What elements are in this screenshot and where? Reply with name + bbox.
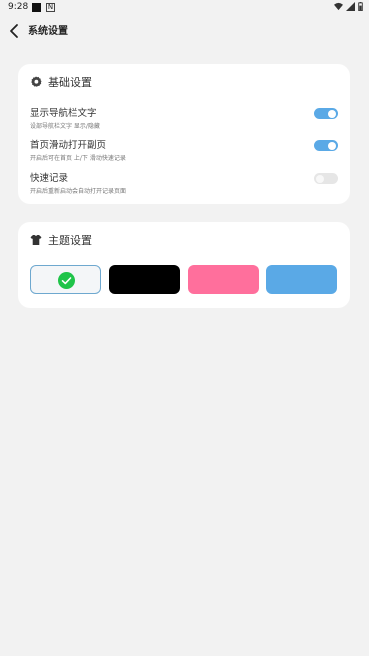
header: 系统设置 — [0, 16, 369, 44]
toggle-knob — [328, 109, 336, 118]
theme-swatch-black[interactable] — [108, 265, 180, 294]
theme-settings-title: 主题设置 — [48, 234, 92, 247]
swipe-open-subpage-toggle[interactable] — [314, 140, 338, 151]
setting-description: 开启后可在首页 上/下 滑动快速记录 — [30, 155, 126, 162]
theme-settings-header: 主题设置 — [30, 232, 92, 248]
setting-show-nav-text: 显示导航栏文字 设部导航栏文字 显示/隐藏 — [30, 105, 338, 130]
checkmark-icon — [58, 272, 75, 289]
basic-settings-title: 基础设置 — [48, 76, 92, 89]
setting-title: 快速记录 — [30, 173, 69, 184]
toggle-knob — [316, 174, 324, 183]
theme-swatch-pink[interactable] — [187, 265, 259, 294]
back-button[interactable] — [6, 22, 24, 40]
quick-record-toggle[interactable] — [314, 173, 338, 184]
gear-icon — [31, 76, 42, 87]
setting-description: 设部导航栏文字 显示/隐藏 — [30, 123, 100, 130]
status-indicators — [334, 2, 363, 11]
show-nav-text-toggle[interactable] — [314, 108, 338, 119]
setting-quick-record: 快速记录 开启后重新启动会自动打开记录页面 — [30, 170, 338, 195]
theme-settings-card: 主题设置 — [18, 222, 350, 308]
wifi-icon — [334, 2, 343, 11]
setting-description: 开启后重新启动会自动打开记录页面 — [30, 188, 127, 195]
toggle-knob — [328, 141, 336, 150]
basic-settings-card: 基础设置 显示导航栏文字 设部导航栏文字 显示/隐藏 首页滑动打开副页 开启后可… — [18, 64, 350, 204]
setting-title: 显示导航栏文字 — [30, 108, 97, 119]
status-bar: 9:28 N — [0, 0, 369, 16]
theme-swatch-blue[interactable] — [266, 265, 337, 294]
shirt-icon — [30, 235, 42, 245]
status-time: 9:28 — [8, 2, 29, 12]
theme-swatch-white[interactable] — [30, 265, 101, 294]
app-notification-icon — [32, 3, 41, 12]
setting-swipe-open-subpage: 首页滑动打开副页 开启后可在首页 上/下 滑动快速记录 — [30, 137, 338, 162]
page-title: 系统设置 — [28, 26, 68, 37]
setting-title: 首页滑动打开副页 — [30, 140, 107, 151]
notification-icon: N — [46, 3, 55, 12]
signal-icon — [346, 2, 355, 11]
chevron-left-icon — [10, 24, 18, 38]
basic-settings-header: 基础设置 — [30, 74, 92, 90]
battery-icon — [358, 2, 363, 11]
